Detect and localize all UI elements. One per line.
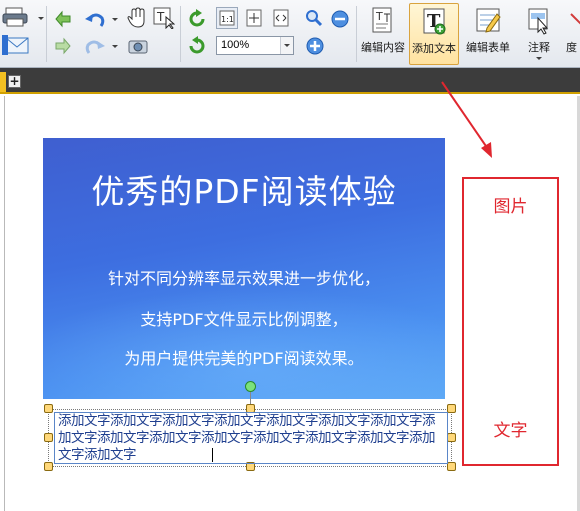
- edit-form-icon: [476, 8, 501, 33]
- comment-icon: [528, 8, 549, 35]
- add-text-label: 添加文本: [412, 43, 456, 55]
- measure-icon: [570, 13, 580, 25]
- edit-content-button[interactable]: T 编辑内容: [358, 3, 408, 65]
- forward-arrow-icon: [55, 37, 71, 55]
- fit-page-button[interactable]: [243, 7, 265, 29]
- document-tab[interactable]: [0, 72, 6, 92]
- zoom-in-button[interactable]: [304, 35, 326, 57]
- redo-button[interactable]: [82, 35, 108, 57]
- svg-text:T: T: [156, 10, 165, 24]
- actual-size-icon: 1:1: [219, 10, 235, 26]
- comment-button[interactable]: 注释: [514, 3, 564, 65]
- zoom-marquee-button[interactable]: [304, 8, 324, 28]
- rotate-handle[interactable]: [245, 381, 256, 392]
- back-arrow-icon: [55, 10, 71, 28]
- comment-dropdown-icon[interactable]: [536, 57, 542, 60]
- annotation-image-label: 图片: [493, 197, 528, 217]
- rotate-left-icon: [189, 36, 205, 54]
- add-text-button[interactable]: T 添加文本: [409, 3, 459, 65]
- edit-form-button[interactable]: 编辑表单: [463, 3, 513, 65]
- zoom-value: 100%: [221, 39, 250, 51]
- undo-button[interactable]: [82, 8, 108, 30]
- banner-title: 优秀的PDF阅读体验: [91, 172, 397, 211]
- fit-page-icon: [246, 9, 262, 27]
- forward-button[interactable]: [52, 35, 74, 57]
- zoom-select[interactable]: 100%: [216, 36, 294, 55]
- separator: [180, 6, 181, 62]
- fit-width-button[interactable]: [270, 7, 292, 29]
- measure-label: 度: [566, 42, 577, 54]
- svg-text:1:1: 1:1: [221, 15, 234, 24]
- zoom-dropdown-button[interactable]: [280, 37, 293, 54]
- select-text-button[interactable]: T: [151, 6, 177, 30]
- snapshot-button[interactable]: [126, 36, 150, 56]
- ribbon-toolbar: T 1:1 100% T 编辑内容 T 添加文本 编辑表单 注释 度: [0, 0, 580, 68]
- resize-handle-top-right[interactable]: [447, 404, 456, 413]
- back-button[interactable]: [52, 8, 74, 30]
- select-text-icon: T: [153, 7, 175, 29]
- rotate-right-icon: [189, 9, 205, 27]
- print-icon: [2, 7, 28, 27]
- resize-handle-bottom-left[interactable]: [44, 462, 53, 471]
- banner-glow: [43, 288, 445, 399]
- rotate-clockwise-button[interactable]: [185, 7, 209, 31]
- plus-icon: +: [9, 74, 20, 88]
- svg-text:T: T: [375, 10, 383, 23]
- camera-icon: [128, 40, 148, 54]
- banner-line-1: 针对不同分辨率显示效果进一步优化，: [107, 269, 380, 288]
- hand-tool-button[interactable]: [125, 6, 149, 30]
- comment-label: 注释: [528, 42, 550, 54]
- banner-line-2: 支持PDF文件显示比例调整，: [140, 310, 348, 329]
- text-cursor: [212, 448, 213, 462]
- actual-size-button[interactable]: 1:1: [216, 7, 238, 29]
- redo-dropdown-icon[interactable]: [112, 45, 118, 48]
- undo-icon: [85, 13, 105, 27]
- zoom-out-icon: [331, 10, 349, 28]
- resize-handle-right[interactable]: [447, 433, 456, 442]
- new-tab-button[interactable]: +: [8, 75, 21, 88]
- email-button[interactable]: [0, 34, 34, 56]
- email-icon: [2, 35, 29, 55]
- resize-handle-top-left[interactable]: [44, 404, 53, 413]
- annotation-text-label: 文字: [493, 421, 528, 441]
- redo-icon: [85, 40, 105, 54]
- undo-dropdown-icon[interactable]: [112, 18, 118, 21]
- banner-image[interactable]: 优秀的PDF阅读体验 针对不同分辨率显示效果进一步优化， 支持PDF文件显示比例…: [43, 138, 445, 399]
- rotate-counterclockwise-button[interactable]: [185, 34, 209, 58]
- measure-button[interactable]: 度: [566, 3, 580, 65]
- annotation-arrow: [441, 81, 492, 158]
- edit-content-icon: T: [372, 7, 392, 33]
- add-text-icon: T: [423, 8, 446, 35]
- zoom-out-button[interactable]: [329, 8, 351, 30]
- chevron-down-icon: [284, 44, 290, 47]
- banner-line-3: 为用户提供完美的PDF阅读效果。: [124, 349, 364, 368]
- added-text-content[interactable]: 添加文字添加文字添加文字添加文字添加文字添加文字添加文字添加文字添加文字添加文字…: [58, 413, 444, 464]
- edit-content-label: 编辑内容: [361, 42, 405, 54]
- zoom-in-icon: [306, 37, 324, 55]
- fit-width-icon: [273, 9, 289, 27]
- separator: [46, 6, 47, 62]
- print-dropdown-icon[interactable]: [38, 17, 44, 20]
- resize-handle-bottom-right[interactable]: [447, 462, 456, 471]
- resize-handle-left[interactable]: [44, 433, 53, 442]
- hand-icon: [127, 7, 145, 28]
- print-button[interactable]: [0, 6, 34, 28]
- magnifier-icon: [306, 10, 323, 27]
- edit-form-label: 编辑表单: [466, 42, 510, 54]
